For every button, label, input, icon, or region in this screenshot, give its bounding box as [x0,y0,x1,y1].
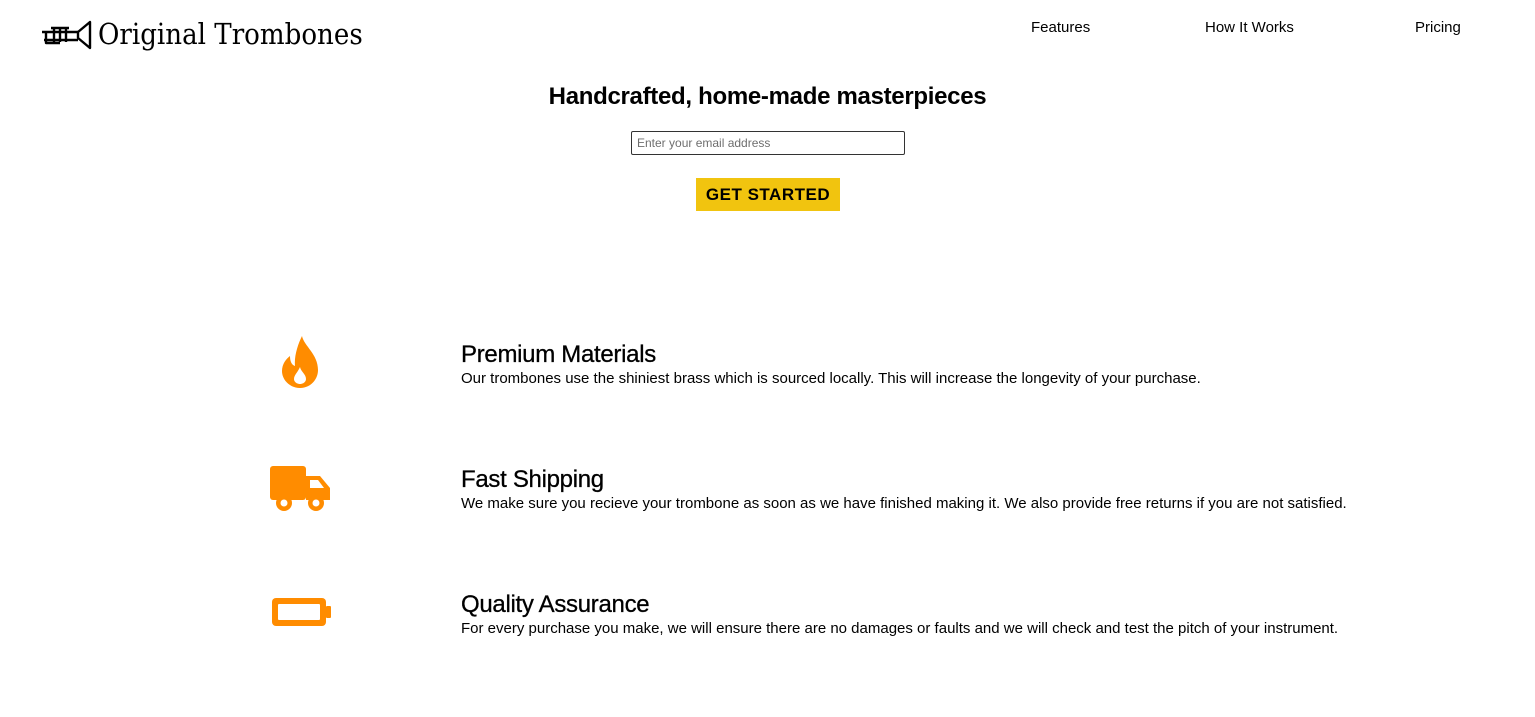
nav-link-pricing[interactable]: Pricing [1415,18,1461,38]
feature-description: Our trombones use the shiniest brass whi… [461,370,1201,387]
feature-item: Quality Assurance For every purchase you… [0,591,1535,671]
truck-icon [270,466,330,511]
email-input[interactable] [631,131,905,155]
hero-section: Handcrafted, home-made masterpieces GET … [0,80,1535,211]
fire-icon [282,336,318,388]
feature-title: Quality Assurance [461,591,650,618]
page: Original Trombones Features How It Works… [0,0,1535,717]
feature-item: Fast Shipping We make sure you recieve y… [0,466,1535,546]
nav-link-features[interactable]: Features [1031,18,1090,38]
nav-link-how-it-works[interactable]: How It Works [1205,18,1294,38]
feature-title: Premium Materials [461,341,657,368]
main-nav: Features How It Works Pricing [0,18,1535,38]
feature-title: Fast Shipping [461,466,604,493]
feature-text: Quality Assurance For every purchase you… [461,591,1501,639]
feature-item: Premium Materials Our trombones use the … [0,336,1535,421]
feature-text: Fast Shipping We make sure you recieve y… [461,466,1501,514]
hero-title: Handcrafted, home-made masterpieces [548,83,987,110]
battery-icon [272,598,331,626]
get-started-button[interactable]: GET STARTED [696,178,840,211]
feature-description: For every purchase you make, we will ens… [461,620,1339,637]
feature-text: Premium Materials Our trombones use the … [461,341,1501,389]
header: Original Trombones Features How It Works… [0,0,1535,68]
feature-description: We make sure you recieve your trombone a… [461,495,1347,512]
